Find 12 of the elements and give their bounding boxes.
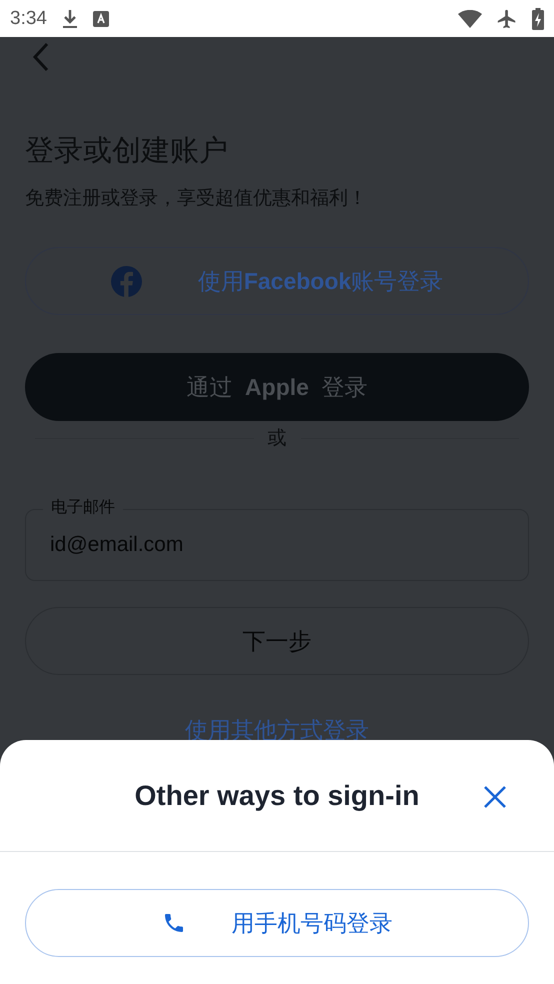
sheet-title: Other ways to sign-in bbox=[134, 780, 420, 812]
download-icon bbox=[60, 8, 79, 28]
battery-icon bbox=[532, 8, 544, 30]
close-icon[interactable] bbox=[482, 784, 508, 810]
keyboard-letter-icon bbox=[92, 10, 109, 26]
apple-login-button[interactable]: 通过 Apple 登录 bbox=[25, 353, 529, 421]
airplane-icon bbox=[496, 8, 518, 30]
status-time: 3:34 bbox=[10, 8, 47, 30]
facebook-icon bbox=[110, 266, 142, 296]
facebook-login-button[interactable]: 使用Facebook账号登录 bbox=[25, 247, 529, 315]
wifi-icon bbox=[458, 10, 482, 28]
phone-login-button[interactable]: 用手机号码登录 bbox=[25, 889, 529, 957]
